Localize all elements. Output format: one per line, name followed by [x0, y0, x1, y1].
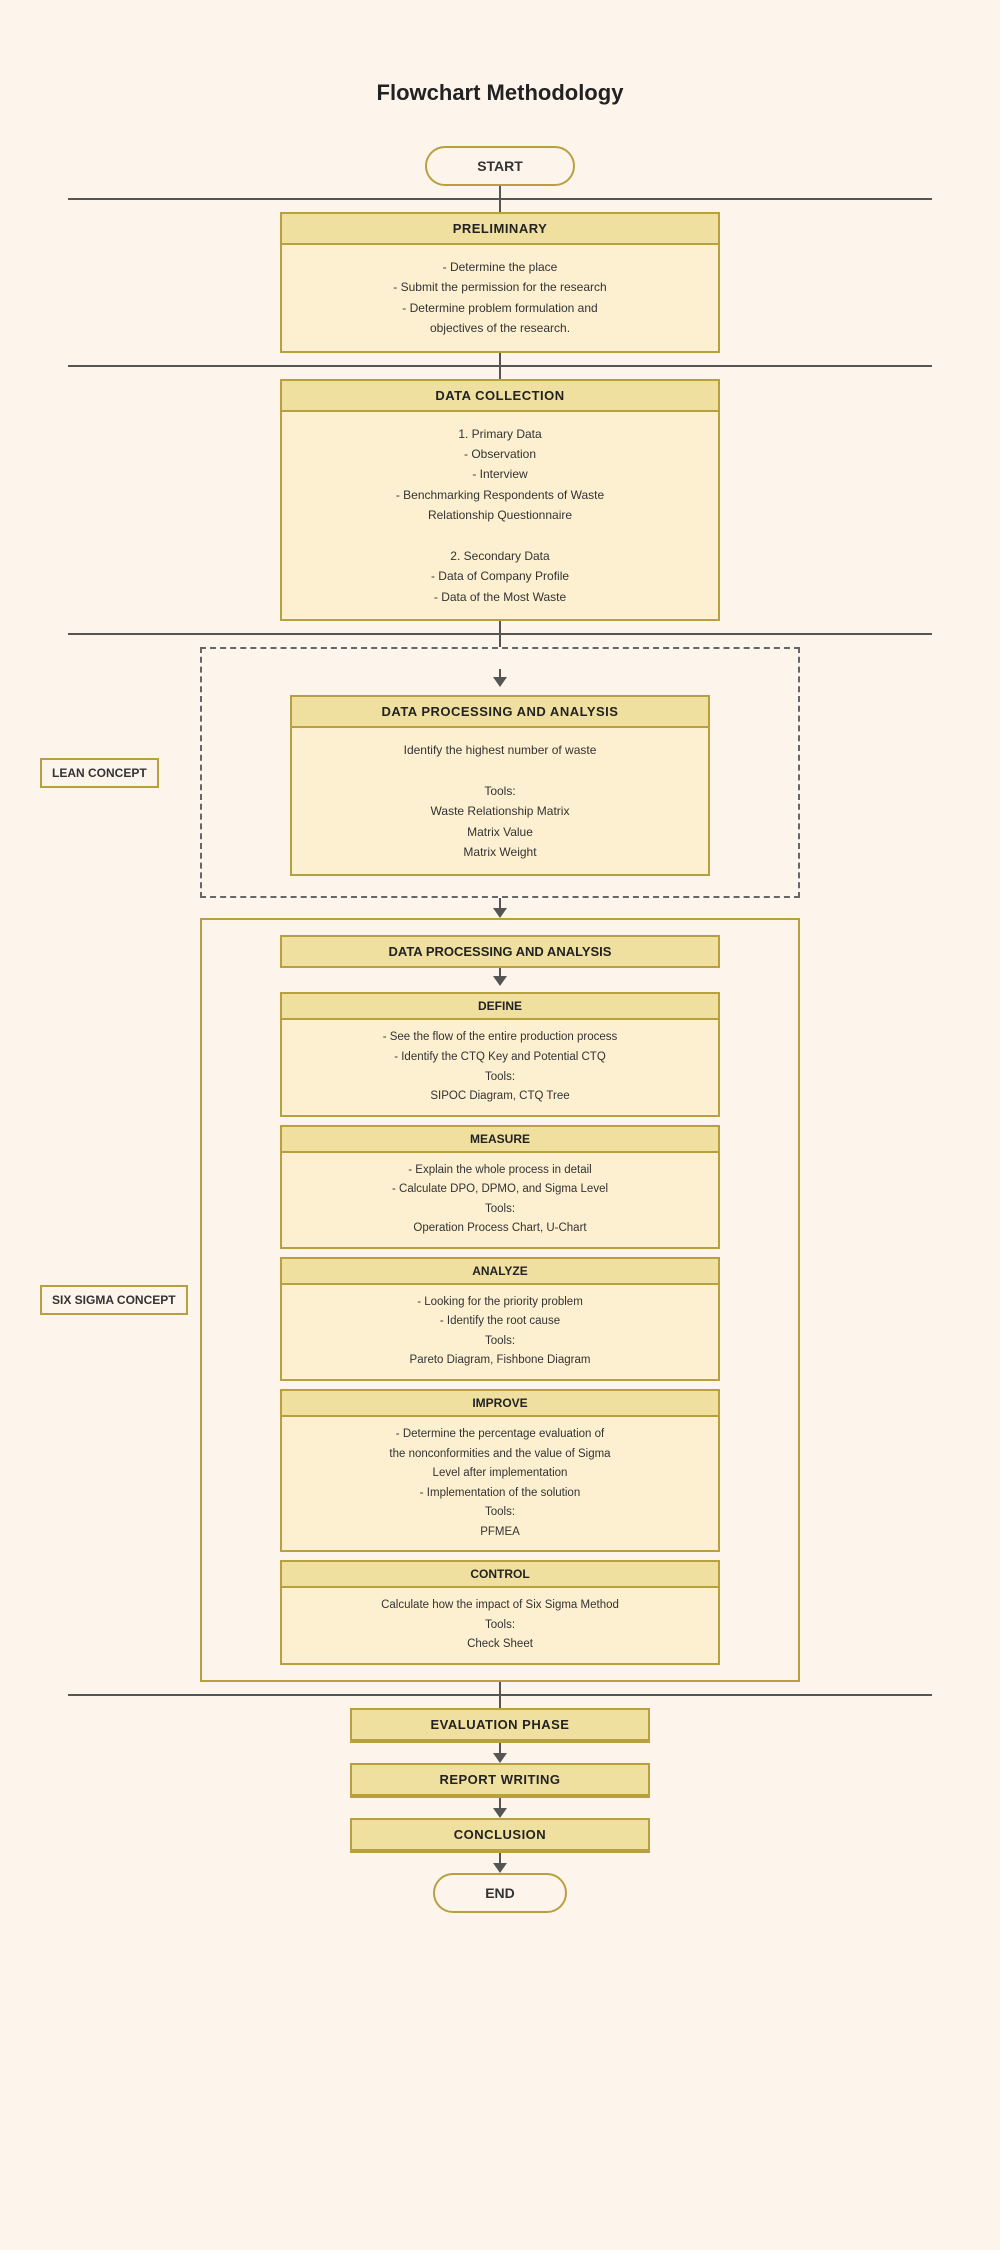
lean-processing-content: Identify the highest number of waste Too…: [292, 728, 708, 874]
start-oval: START: [425, 146, 575, 186]
data-collection-header: DATA COLLECTION: [282, 381, 718, 412]
lean-dashed-box: DATA PROCESSING AND ANALYSIS Identify th…: [200, 647, 800, 898]
page-title: Flowchart Methodology: [377, 80, 624, 106]
sigma-processing-header: DATA PROCESSING AND ANALYSIS: [280, 935, 720, 968]
preliminary-header: PRELIMINARY: [282, 214, 718, 245]
measure-header: MEASURE: [282, 1127, 718, 1153]
conclusion-header: CONCLUSION: [352, 1820, 648, 1851]
lean-concept-label: LEAN CONCEPT: [40, 758, 159, 788]
improve-content: - Determine the percentage evaluation of…: [282, 1417, 718, 1550]
lean-processing-box: DATA PROCESSING AND ANALYSIS Identify th…: [290, 695, 710, 876]
analyze-box: ANALYZE - Looking for the priority probl…: [280, 1259, 720, 1381]
sigma-section: DATA PROCESSING AND ANALYSIS DEFINE - Se…: [200, 918, 800, 1681]
lean-concept-wrap: LEAN CONCEPT DATA PROCESSING AND ANALYSI…: [20, 647, 980, 898]
six-sigma-wrap: SIX SIGMA CONCEPT DATA PROCESSING AND AN…: [20, 918, 980, 1681]
report-box: REPORT WRITING: [350, 1763, 650, 1798]
data-collection-content: 1. Primary Data - Observation - Intervie…: [282, 412, 718, 620]
conclusion-box: CONCLUSION: [350, 1818, 650, 1853]
flowchart: START PRELIMINARY - Determine the place …: [20, 146, 980, 1913]
measure-content: - Explain the whole process in detail - …: [282, 1153, 718, 1247]
improve-header: IMPROVE: [282, 1391, 718, 1417]
define-content: - See the flow of the entire production …: [282, 1020, 718, 1114]
evaluation-box: EVALUATION PHASE: [350, 1708, 650, 1743]
control-box: CONTROL Calculate how the impact of Six …: [280, 1562, 720, 1665]
control-content: Calculate how the impact of Six Sigma Me…: [282, 1588, 718, 1663]
analyze-content: - Looking for the priority problem - Ide…: [282, 1285, 718, 1379]
analyze-header: ANALYZE: [282, 1259, 718, 1285]
six-sigma-label: SIX SIGMA CONCEPT: [40, 1285, 188, 1315]
data-collection-box: DATA COLLECTION 1. Primary Data - Observ…: [280, 379, 720, 622]
define-box: DEFINE - See the flow of the entire prod…: [280, 992, 720, 1116]
measure-box: MEASURE - Explain the whole process in d…: [280, 1127, 720, 1249]
preliminary-content: - Determine the place - Submit the permi…: [282, 245, 718, 351]
end-oval: END: [433, 1873, 567, 1913]
improve-box: IMPROVE - Determine the percentage evalu…: [280, 1391, 720, 1552]
lean-processing-header: DATA PROCESSING AND ANALYSIS: [292, 697, 708, 728]
control-header: CONTROL: [282, 1562, 718, 1588]
preliminary-box: PRELIMINARY - Determine the place - Subm…: [280, 212, 720, 353]
evaluation-header: EVALUATION PHASE: [352, 1710, 648, 1741]
report-header: REPORT WRITING: [352, 1765, 648, 1796]
define-header: DEFINE: [282, 994, 718, 1020]
